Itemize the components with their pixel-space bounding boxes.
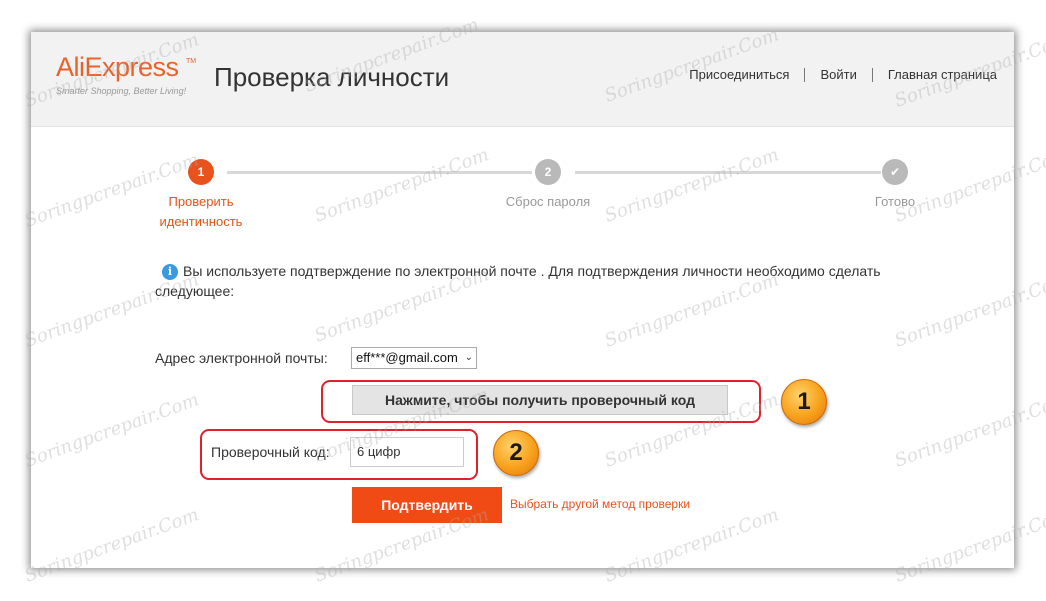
- step-2-circle: 2: [535, 159, 561, 185]
- home-link[interactable]: Главная страница: [888, 67, 997, 82]
- step-1-label: Проверить идентичность: [159, 194, 243, 229]
- email-label: Адрес электронной почты:: [155, 350, 328, 366]
- chevron-down-icon: ⌄: [464, 352, 473, 363]
- done-check-icon: ✔: [882, 159, 908, 185]
- step-connector: [575, 171, 881, 174]
- verification-code-label: Проверочный код:: [211, 444, 330, 460]
- get-code-button[interactable]: Нажмите, чтобы получить проверочный код: [352, 385, 728, 415]
- annotation-badge-2: 2: [493, 430, 539, 476]
- step-2-label: Сброс пароля: [505, 194, 591, 209]
- logo-tagline: Smarter Shopping, Better Living!: [56, 86, 187, 96]
- annotation-badge-1: 1: [781, 379, 827, 425]
- site-header: AliExpress TM Smarter Shopping, Better L…: [31, 32, 1014, 127]
- info-icon: i: [162, 264, 178, 280]
- nav-divider: [804, 67, 806, 82]
- login-link[interactable]: Войти: [820, 67, 856, 82]
- info-message: Вы используете подтверждение по электрон…: [155, 263, 881, 299]
- email-select-value: eff***@gmail.com: [356, 350, 458, 365]
- nav-divider: [871, 67, 873, 82]
- page-title: Проверка личности: [214, 62, 450, 92]
- step-connector: [227, 171, 532, 174]
- step-1-circle: 1: [188, 159, 214, 185]
- logo-trademark: TM: [186, 58, 197, 65]
- verification-code-input[interactable]: 6 цифр: [350, 437, 464, 467]
- join-link[interactable]: Присоединиться: [689, 67, 789, 82]
- step-3-label: Готово: [874, 194, 916, 209]
- header-nav: Присоединиться Войти Главная страница: [689, 67, 997, 82]
- other-method-link[interactable]: Выбрать другой метод проверки: [510, 497, 690, 511]
- email-select[interactable]: eff***@gmail.com ⌄: [351, 347, 477, 369]
- confirm-button[interactable]: Подтвердить: [352, 487, 502, 523]
- aliexpress-logo[interactable]: AliExpress: [56, 52, 179, 83]
- browser-page: AliExpress TM Smarter Shopping, Better L…: [31, 32, 1014, 568]
